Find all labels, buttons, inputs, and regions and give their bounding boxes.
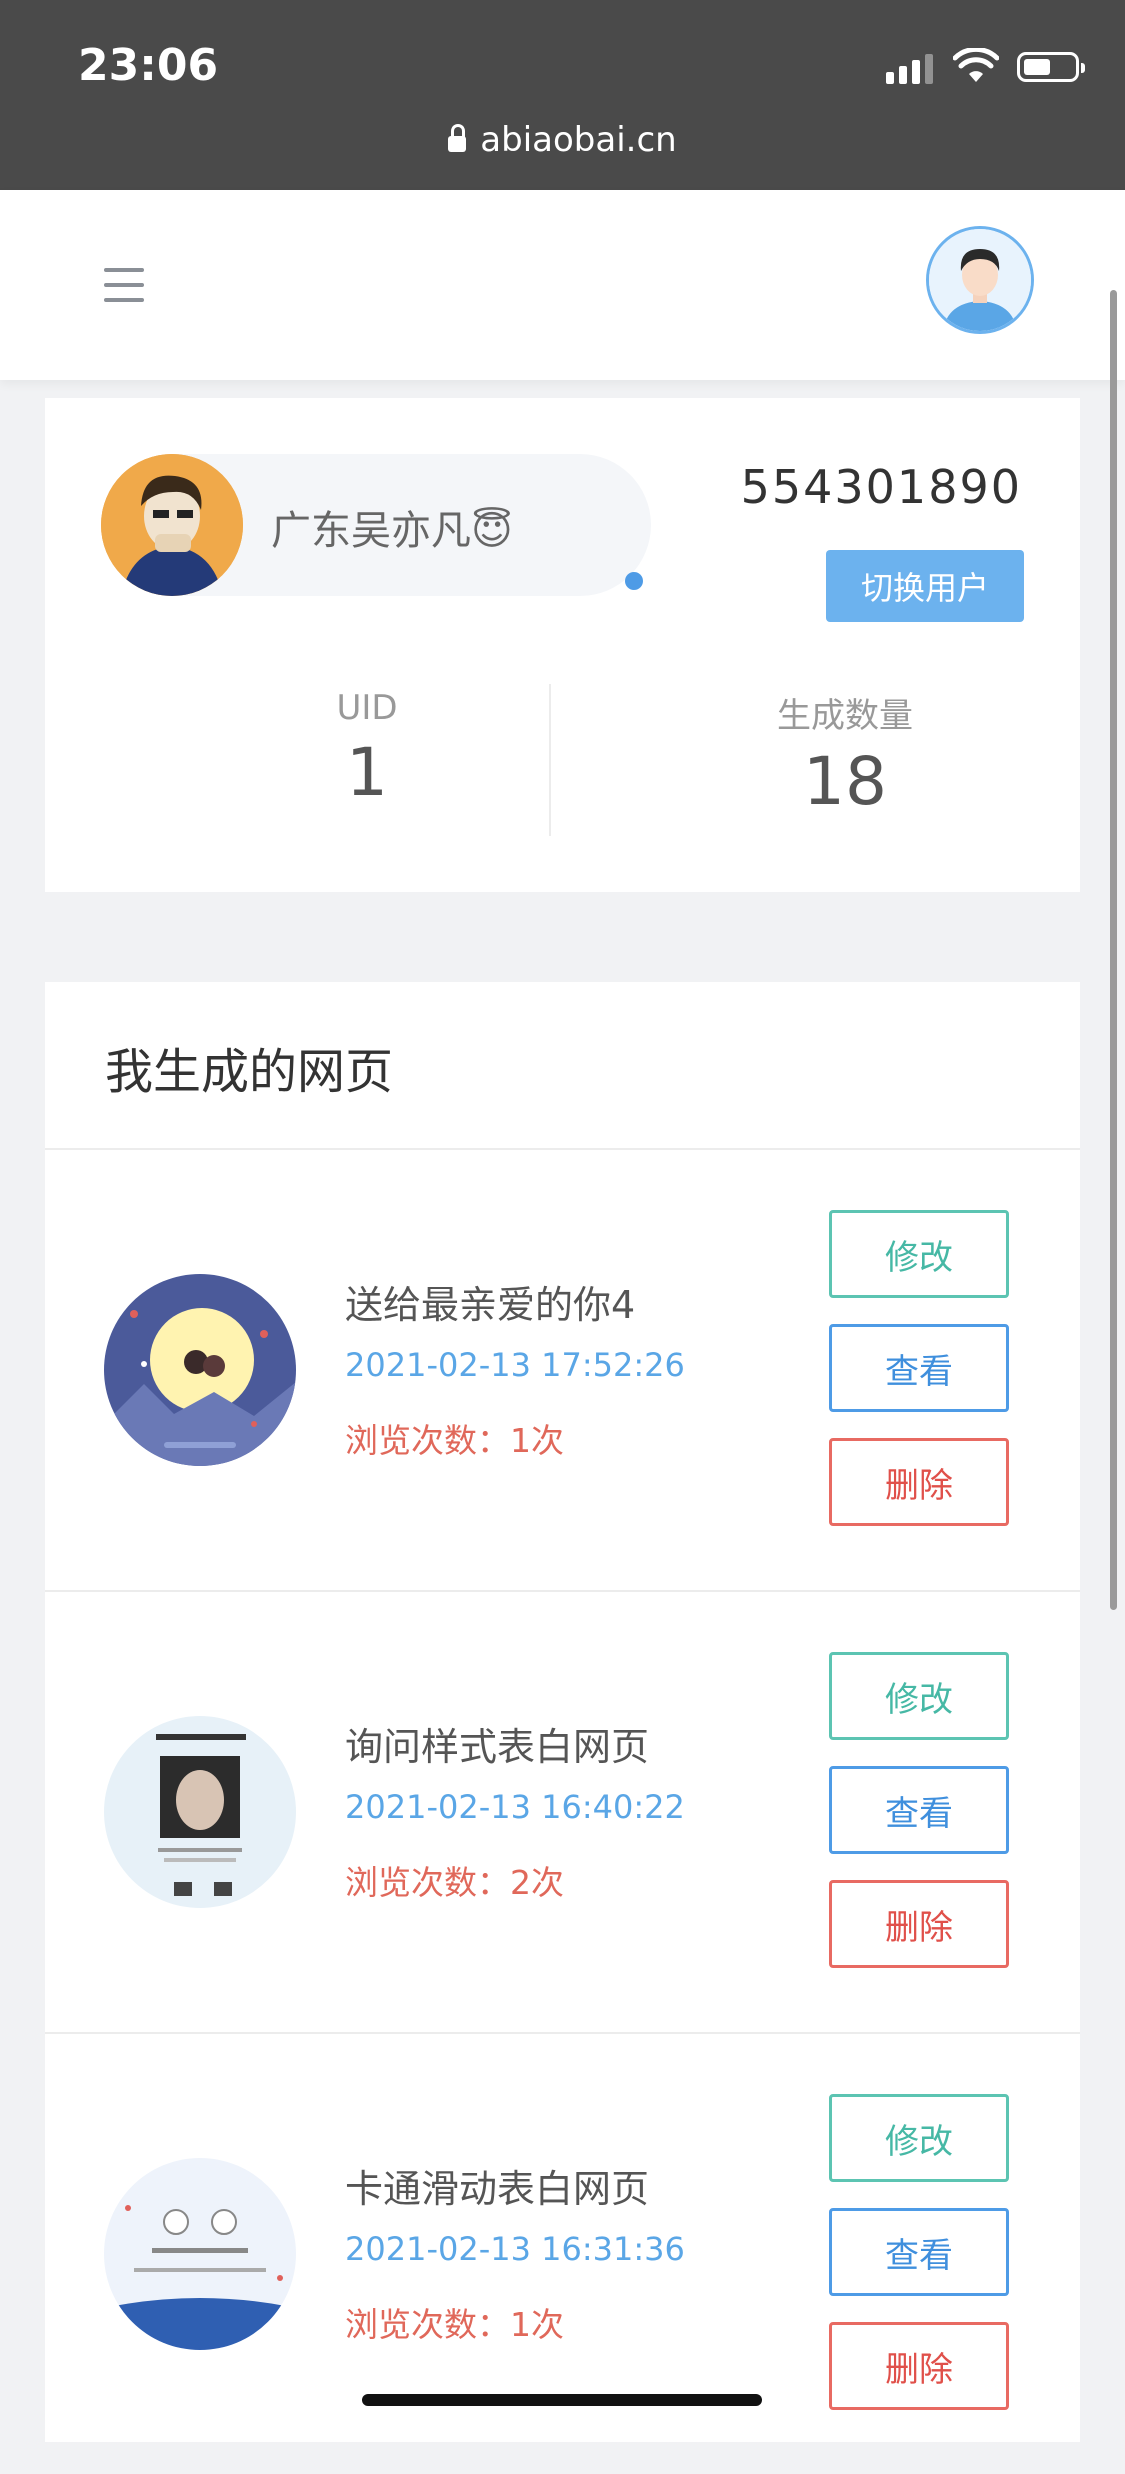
online-indicator bbox=[625, 572, 643, 590]
count-value: 18 bbox=[803, 743, 887, 820]
page-date: 2021-02-13 16:31:36 bbox=[345, 2230, 685, 2268]
qq-number: 554301890 bbox=[740, 460, 1022, 514]
address-bar[interactable]: abiaobai.cn bbox=[0, 120, 1125, 160]
page-date: 2021-02-13 17:52:26 bbox=[345, 1346, 685, 1384]
generated-pages-card: 我生成的网页 送给最亲爱的你4 2021-02-13 17:52:26 浏览次数… bbox=[45, 982, 1080, 2442]
clock: 23:06 bbox=[78, 40, 219, 91]
url-text: abiaobai.cn bbox=[480, 120, 677, 160]
user-pill: 广东吴亦凡😇 bbox=[101, 454, 651, 596]
page-thumbnail[interactable] bbox=[104, 1716, 296, 1908]
page-views: 浏览次数：2次 bbox=[345, 1863, 564, 1902]
delete-button[interactable]: 删除 bbox=[829, 1880, 1009, 1968]
uid-stat: UID 1 bbox=[217, 688, 517, 811]
app-header bbox=[0, 190, 1125, 380]
page-thumbnail[interactable] bbox=[104, 1274, 296, 1466]
page-title[interactable]: 卡通滑动表白网页 bbox=[345, 2158, 649, 2213]
count-stat: 生成数量 18 bbox=[695, 688, 995, 820]
delete-button[interactable]: 删除 bbox=[829, 2322, 1009, 2410]
edit-button[interactable]: 修改 bbox=[829, 1652, 1009, 1740]
page-date: 2021-02-13 16:40:22 bbox=[345, 1788, 685, 1826]
user-avatar-icon[interactable] bbox=[926, 226, 1034, 334]
hamburger-icon[interactable] bbox=[104, 268, 144, 302]
list-item: 卡通滑动表白网页 2021-02-13 16:31:36 浏览次数：1次 修改 … bbox=[45, 2034, 1080, 2474]
page-views: 浏览次数：1次 bbox=[345, 1421, 564, 1460]
list-item: 送给最亲爱的你4 2021-02-13 17:52:26 浏览次数：1次 修改 … bbox=[45, 1150, 1080, 1590]
page-title[interactable]: 送给最亲爱的你4 bbox=[345, 1274, 635, 1329]
battery-icon bbox=[1017, 52, 1085, 82]
status-bar: 23:06 abiaobai.cn bbox=[0, 0, 1125, 190]
delete-button[interactable]: 删除 bbox=[829, 1438, 1009, 1526]
profile-card: 广东吴亦凡😇 554301890 切换用户 UID 1 生成数量 18 bbox=[45, 398, 1080, 892]
view-button[interactable]: 查看 bbox=[829, 2208, 1009, 2296]
user-nickname: 广东吴亦凡😇 bbox=[271, 508, 513, 554]
home-indicator[interactable] bbox=[362, 2394, 762, 2406]
wifi-icon bbox=[953, 48, 999, 82]
section-title: 我生成的网页 bbox=[105, 1044, 394, 1100]
page-thumbnail[interactable] bbox=[104, 2158, 296, 2350]
uid-label: UID bbox=[336, 688, 398, 728]
view-button[interactable]: 查看 bbox=[829, 1324, 1009, 1412]
view-button[interactable]: 查看 bbox=[829, 1766, 1009, 1854]
count-label: 生成数量 bbox=[777, 696, 913, 736]
scrollbar[interactable] bbox=[1110, 290, 1117, 1610]
page-title[interactable]: 询问样式表白网页 bbox=[345, 1716, 649, 1771]
lock-icon bbox=[448, 124, 467, 152]
stat-divider bbox=[549, 684, 551, 836]
cellular-signal-icon bbox=[886, 54, 933, 84]
switch-user-button[interactable]: 切换用户 bbox=[826, 550, 1024, 622]
edit-button[interactable]: 修改 bbox=[829, 1210, 1009, 1298]
edit-button[interactable]: 修改 bbox=[829, 2094, 1009, 2182]
uid-value: 1 bbox=[346, 734, 388, 811]
page-views: 浏览次数：1次 bbox=[345, 2305, 564, 2344]
list-item: 询问样式表白网页 2021-02-13 16:40:22 浏览次数：2次 修改 … bbox=[45, 1592, 1080, 2032]
profile-avatar bbox=[101, 454, 243, 596]
